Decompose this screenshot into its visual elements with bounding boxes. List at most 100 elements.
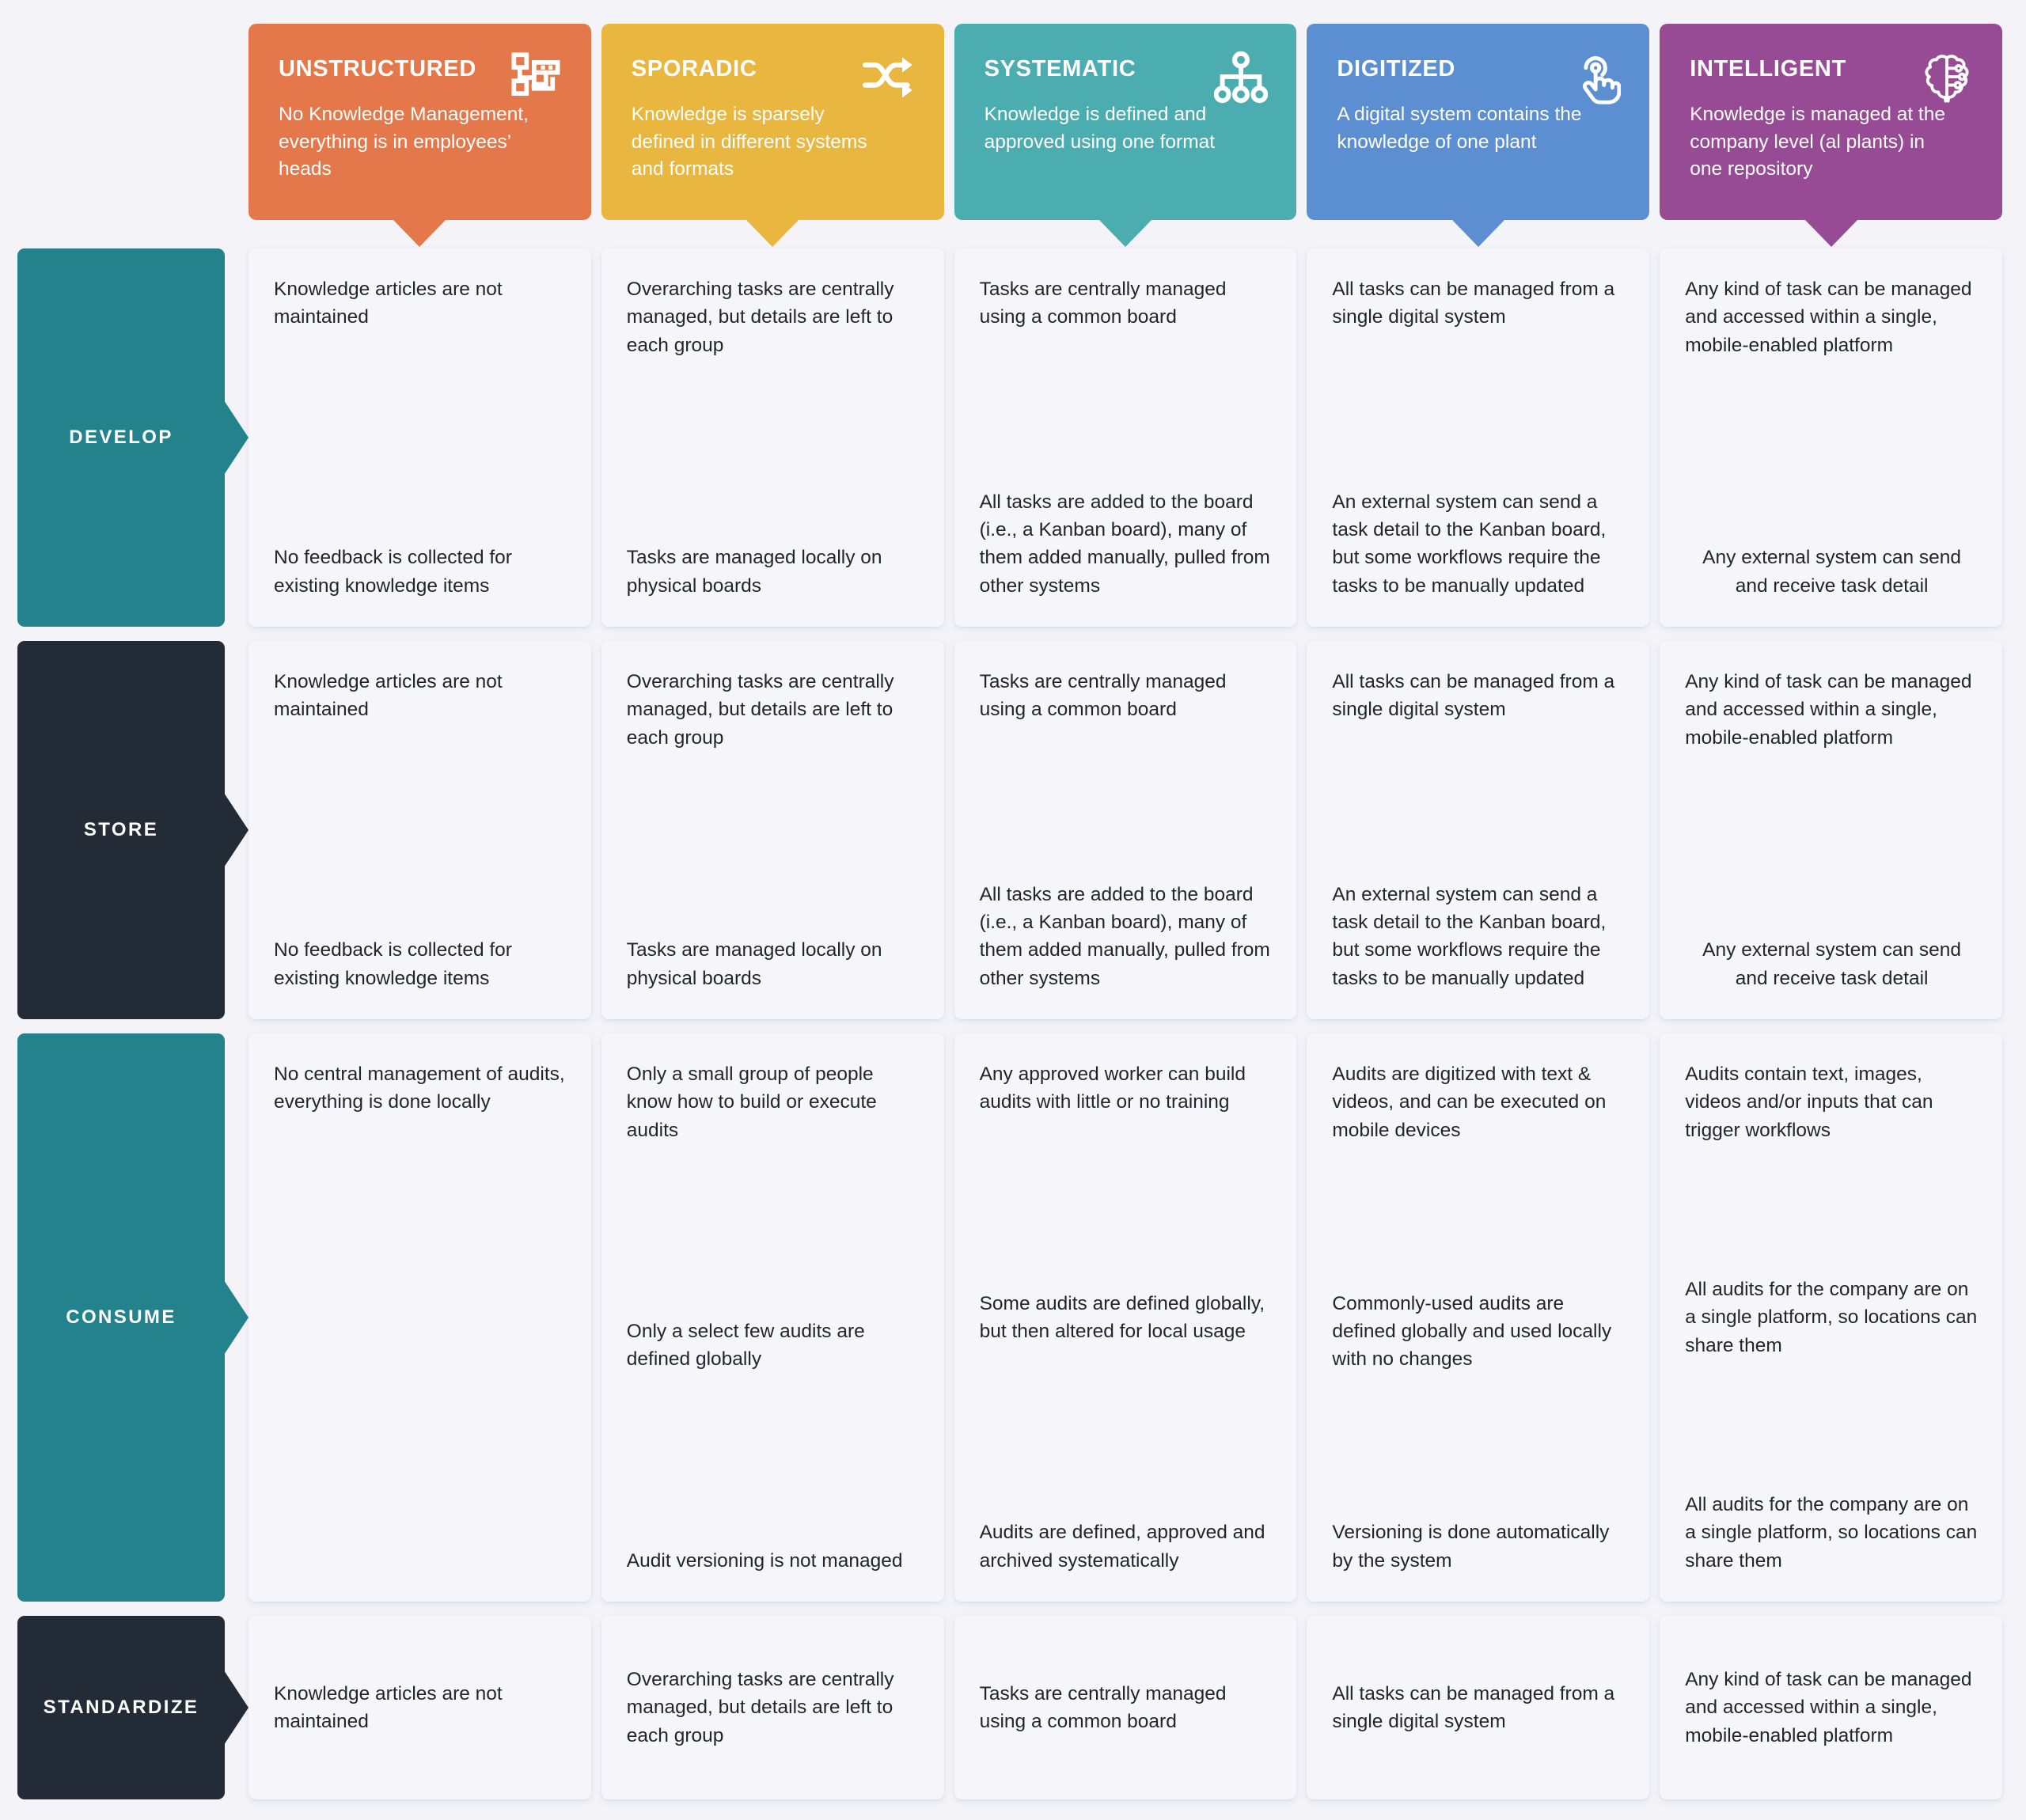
matrix-cell[interactable]: All tasks can be managed from a single d…	[1307, 641, 1650, 1019]
cell-item: Any external system can send and receive…	[1702, 939, 1961, 989]
row-label-arrow-icon	[224, 400, 249, 475]
maturity-matrix: UNSTRUCTURED No Knowledge Management, eve…	[0, 0, 2026, 1820]
cell-item: An external system can send a task detai…	[1332, 883, 1607, 989]
stage-card-systematic[interactable]: SYSTEMATIC Knowledge is defined and appro…	[954, 24, 1297, 247]
cell-item: All tasks can be managed from a single d…	[1332, 1682, 1615, 1732]
cell-item: Knowledge articles are not maintained	[274, 279, 503, 328]
matrix-cell[interactable]: Any kind of task can be managed and acce…	[1660, 248, 2002, 627]
capability-row-list: DEVELOP Knowledge articles are not mainta…	[17, 248, 2002, 1804]
row-label-text: STORE	[83, 819, 159, 840]
cell-item: Overarching tasks are centrally managed,…	[626, 1669, 894, 1746]
stage-card-intelligent[interactable]: INTELLIGENT Knowledge is managed at the c…	[1660, 24, 2002, 247]
matrix-cell[interactable]: Audits contain text, images, videos and/…	[1660, 1033, 2002, 1602]
row-cell-list: Knowledge articles are not maintained No …	[249, 248, 2002, 627]
stage-card-list: UNSTRUCTURED No Knowledge Management, eve…	[249, 24, 2002, 247]
matrix-cell[interactable]: All tasks can be managed from a single d…	[1307, 1616, 1650, 1799]
stage-card-pointer-icon	[1804, 219, 1858, 247]
stage-description: No Knowledge Management, everything is i…	[279, 103, 529, 180]
cell-item: Tasks are managed locally on physical bo…	[626, 547, 882, 597]
matrix-cell[interactable]: Overarching tasks are centrally managed,…	[601, 248, 944, 627]
stage-description: Knowledge is defined and approved using …	[984, 103, 1216, 153]
matrix-cell[interactable]: Any approved worker can build audits wit…	[954, 1033, 1297, 1602]
cell-item: No feedback is collected for existing kn…	[274, 547, 512, 597]
stage-card-pointer-icon	[393, 219, 447, 247]
ai-brain-icon	[1920, 51, 1974, 104]
cell-item: All audits for the company are on a sing…	[1685, 1279, 1978, 1356]
stage-description: Knowledge is managed at the company leve…	[1690, 103, 1945, 180]
cell-item: No central management of audits, everyth…	[274, 1064, 565, 1113]
matrix-cell[interactable]: No central management of audits, everyth…	[249, 1033, 591, 1602]
stage-card-digitized[interactable]: DIGITIZED A digital system contains the k…	[1307, 24, 1650, 247]
matrix-cell[interactable]: Knowledge articles are not maintained No …	[249, 248, 591, 627]
hierarchy-icon	[1214, 51, 1268, 104]
cell-item: Audits contain text, images, videos and/…	[1685, 1064, 1933, 1141]
cell-item: Tasks are managed locally on physical bo…	[626, 939, 882, 989]
corner-spacer	[17, 24, 249, 220]
shuffle-icon	[862, 51, 916, 104]
cell-item: Tasks are centrally managed using a comm…	[979, 1682, 1227, 1732]
row-label-consume[interactable]: CONSUME	[17, 1033, 249, 1602]
matrix-cell[interactable]: All tasks can be managed from a single d…	[1307, 248, 1650, 627]
cell-item: Knowledge articles are not maintained	[274, 1682, 503, 1732]
cell-item: Tasks are centrally managed using a comm…	[979, 279, 1227, 328]
row-label-standardize[interactable]: STANDARDIZE	[17, 1616, 249, 1799]
capability-row-develop: DEVELOP Knowledge articles are not mainta…	[17, 248, 2002, 627]
cell-item: No feedback is collected for existing kn…	[274, 939, 512, 989]
row-label-wrapper: DEVELOP	[17, 248, 249, 627]
cell-item: Audits are digitized with text & videos,…	[1332, 1064, 1607, 1141]
cell-item: Knowledge articles are not maintained	[274, 671, 503, 721]
cell-item: All tasks can be managed from a single d…	[1332, 671, 1615, 721]
stage-card-sporadic[interactable]: SPORADIC Knowledge is sparsely defined in…	[601, 24, 944, 247]
cell-item: All audits for the company are on a sing…	[1685, 1494, 1978, 1572]
row-label-text: STANDARDIZE	[43, 1697, 199, 1718]
cell-item: All tasks can be managed from a single d…	[1332, 279, 1615, 328]
row-label-arrow-icon	[224, 1670, 249, 1745]
row-label-arrow-icon	[224, 1280, 249, 1355]
cell-item: Tasks are centrally managed using a comm…	[979, 671, 1227, 721]
cell-item: Any kind of task can be managed and acce…	[1685, 1669, 1972, 1746]
matrix-cell[interactable]: Knowledge articles are not maintained	[249, 1616, 591, 1799]
stage-description: Knowledge is sparsely defined in differe…	[631, 103, 867, 180]
row-cell-list: No central management of audits, everyth…	[249, 1033, 2002, 1602]
row-label-text: DEVELOP	[69, 427, 173, 448]
cell-item: Versioning is done automatically by the …	[1332, 1522, 1610, 1572]
matrix-cell[interactable]: Tasks are centrally managed using a comm…	[954, 1616, 1297, 1799]
row-label-arrow-icon	[224, 793, 249, 867]
row-label-store[interactable]: STORE	[17, 641, 249, 1019]
cell-item: Some audits are defined globally, but th…	[979, 1292, 1265, 1342]
matrix-cell[interactable]: Overarching tasks are centrally managed,…	[601, 641, 944, 1019]
row-label-wrapper: CONSUME	[17, 1033, 249, 1602]
row-label-wrapper: STORE	[17, 641, 249, 1019]
matrix-cell[interactable]: Knowledge articles are not maintained No …	[249, 641, 591, 1019]
cell-item: Any approved worker can build audits wit…	[979, 1064, 1246, 1113]
capability-row-consume: CONSUME No central management of audits, …	[17, 1033, 2002, 1602]
row-label-wrapper: STANDARDIZE	[17, 1616, 249, 1799]
capability-row-store: STORE Knowledge articles are not maintain…	[17, 641, 2002, 1019]
matrix-cell[interactable]: Any kind of task can be managed and acce…	[1660, 1616, 2002, 1799]
cell-item: Any kind of task can be managed and acce…	[1685, 671, 1972, 749]
stage-description: A digital system contains the knowledge …	[1337, 103, 1582, 153]
cell-item: Commonly-used audits are defined globall…	[1332, 1292, 1612, 1371]
stage-card-unstructured[interactable]: UNSTRUCTURED No Knowledge Management, eve…	[249, 24, 591, 247]
matrix-cell[interactable]: Any kind of task can be managed and acce…	[1660, 641, 2002, 1019]
row-cell-list: Knowledge articles are not maintained No …	[249, 641, 2002, 1019]
cell-item: Only a small group of people know how to…	[626, 1064, 877, 1141]
matrix-cell[interactable]: Overarching tasks are centrally managed,…	[601, 1616, 944, 1799]
tap-hand-icon	[1567, 51, 1621, 104]
cell-item: An external system can send a task detai…	[1332, 491, 1607, 597]
matrix-cell[interactable]: Only a small group of people know how to…	[601, 1033, 944, 1602]
cell-item: Only a select few audits are defined glo…	[626, 1321, 865, 1371]
matrix-cell[interactable]: Audits are digitized with text & videos,…	[1307, 1033, 1650, 1602]
row-label-develop[interactable]: DEVELOP	[17, 248, 249, 627]
cell-item: All tasks are added to the board (i.e., …	[979, 491, 1270, 597]
cell-item: Any kind of task can be managed and acce…	[1685, 279, 1972, 356]
cell-item: Audits are defined, approved and archive…	[979, 1522, 1265, 1572]
stage-card-pointer-icon	[1451, 219, 1505, 247]
blocks-icon	[509, 51, 563, 104]
matrix-cell[interactable]: Tasks are centrally managed using a comm…	[954, 248, 1297, 627]
cell-item: Overarching tasks are centrally managed,…	[626, 671, 894, 749]
row-label-text: CONSUME	[66, 1306, 176, 1328]
matrix-cell[interactable]: Tasks are centrally managed using a comm…	[954, 641, 1297, 1019]
capability-row-standardize: STANDARDIZE Knowledge articles are not ma…	[17, 1616, 2002, 1799]
cell-item: All tasks are added to the board (i.e., …	[979, 883, 1270, 989]
